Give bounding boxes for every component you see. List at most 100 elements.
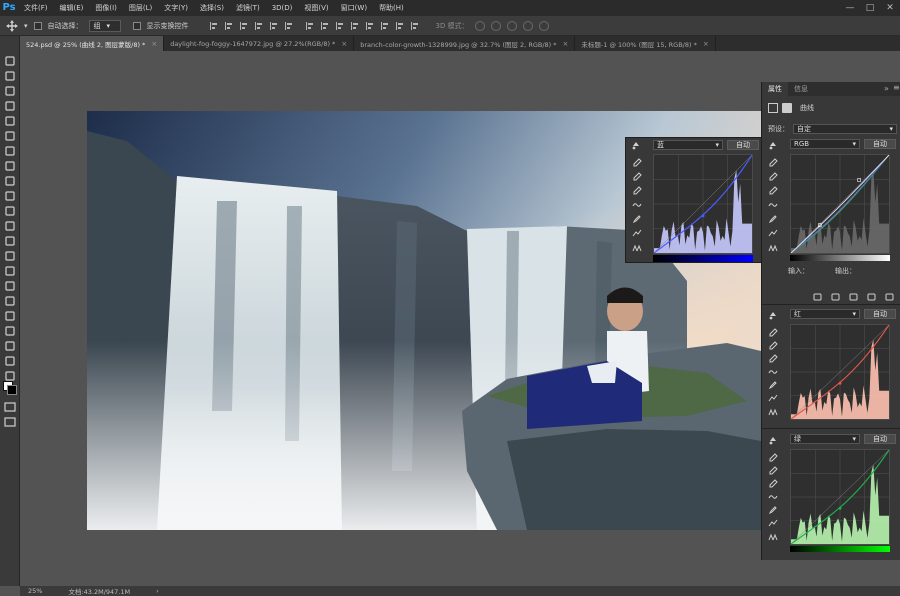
dodge-tool-icon[interactable] xyxy=(2,249,18,263)
reset-icon[interactable] xyxy=(848,292,859,302)
menu-item[interactable]: 文件(F) xyxy=(18,0,54,16)
hand-tool-icon[interactable] xyxy=(2,324,18,338)
quick-mask-icon[interactable] xyxy=(2,400,18,414)
status-menu-icon[interactable]: › xyxy=(156,587,159,595)
gray-point-eyedropper-icon[interactable] xyxy=(768,466,778,476)
clipping-warning-icon[interactable] xyxy=(768,406,778,416)
align-distribute-icon[interactable] xyxy=(365,21,375,31)
white-point-eyedropper-icon[interactable] xyxy=(632,186,642,196)
blur-tool-icon[interactable] xyxy=(2,234,18,248)
menu-item[interactable]: 选择(S) xyxy=(194,0,230,16)
align-distribute-icon[interactable] xyxy=(350,21,360,31)
scale-3d-icon[interactable] xyxy=(538,20,549,31)
document-tab[interactable]: branch-color-growth-1328999.jpg @ 32.7% … xyxy=(354,36,576,51)
minimize-button[interactable]: — xyxy=(840,0,860,16)
curve-point-icon[interactable] xyxy=(768,367,778,377)
panel-tab[interactable]: 信息 xyxy=(788,82,814,96)
move-tool-icon[interactable] xyxy=(6,19,18,32)
mask-icon[interactable] xyxy=(782,103,792,113)
marquee-tool-icon[interactable] xyxy=(2,69,18,83)
close-tab-icon[interactable]: × xyxy=(151,40,157,48)
move-tool-icon[interactable] xyxy=(2,54,18,68)
document-tab[interactable]: 524.psd @ 25% (曲线 2, 图层蒙版/8) * × xyxy=(20,36,165,51)
history-brush-icon[interactable] xyxy=(2,189,18,203)
pen-tool-icon[interactable] xyxy=(2,264,18,278)
clone-stamp-icon[interactable] xyxy=(2,174,18,188)
align-distribute-icon[interactable] xyxy=(305,21,315,31)
close-tab-icon[interactable]: × xyxy=(563,40,569,48)
white-point-eyedropper-icon[interactable] xyxy=(768,354,778,364)
smooth-icon[interactable] xyxy=(768,228,778,238)
target-adjust-icon[interactable] xyxy=(631,140,641,150)
panel-collapse-icon[interactable]: » xyxy=(884,84,889,93)
curves-graph-green[interactable] xyxy=(790,449,890,545)
pencil-icon[interactable] xyxy=(768,214,778,224)
zoom-level[interactable]: 25% xyxy=(28,587,42,595)
brush-tool-icon[interactable] xyxy=(2,159,18,173)
gray-point-eyedropper-icon[interactable] xyxy=(632,172,642,182)
clip-to-layer-icon[interactable] xyxy=(812,292,823,302)
pencil-icon[interactable] xyxy=(768,380,778,390)
zoom-tool-icon[interactable] xyxy=(2,339,18,353)
target-adjust-icon[interactable] xyxy=(768,310,778,320)
menu-item[interactable]: 编辑(E) xyxy=(54,0,90,16)
curve-point-icon[interactable] xyxy=(768,200,778,210)
align-distribute-icon[interactable] xyxy=(380,21,390,31)
smooth-icon[interactable] xyxy=(632,228,642,238)
screen-mode-icon[interactable] xyxy=(2,415,18,429)
slide-3d-icon[interactable] xyxy=(522,20,533,31)
red-channel-select[interactable]: 红 ▾ xyxy=(790,309,860,319)
healing-brush-icon[interactable] xyxy=(2,144,18,158)
quick-select-tool-icon[interactable] xyxy=(2,99,18,113)
chevron-down-icon[interactable]: ▾ xyxy=(24,22,28,30)
view-previous-icon[interactable] xyxy=(830,292,841,302)
close-tab-icon[interactable]: × xyxy=(703,40,709,48)
menu-item[interactable]: 图层(L) xyxy=(123,0,158,16)
curves-graph-red[interactable] xyxy=(790,324,890,420)
pencil-icon[interactable] xyxy=(768,505,778,515)
document-tab[interactable]: daylight-fog-foggy-1647972.jpg @ 27.2%(R… xyxy=(164,36,355,51)
type-tool-icon[interactable] xyxy=(2,279,18,293)
clipping-warning-icon[interactable] xyxy=(768,242,778,252)
target-adjust-icon[interactable] xyxy=(768,140,778,150)
show-transform-checkbox[interactable] xyxy=(132,21,141,30)
menu-item[interactable]: 文字(Y) xyxy=(158,0,194,16)
red-auto-button[interactable]: 自动 xyxy=(864,309,896,319)
green-auto-button[interactable]: 自动 xyxy=(864,434,896,444)
black-point-eyedropper-icon[interactable] xyxy=(768,453,778,463)
menu-item[interactable]: 窗口(W) xyxy=(335,0,373,16)
gray-point-eyedropper-icon[interactable] xyxy=(768,341,778,351)
drag-3d-icon[interactable] xyxy=(506,20,517,31)
rotate-3d-icon[interactable] xyxy=(474,20,485,31)
trash-icon[interactable] xyxy=(884,292,895,302)
rectangle-tool-icon[interactable] xyxy=(2,309,18,323)
visibility-eye-icon[interactable] xyxy=(866,292,877,302)
curves-graph-blue[interactable] xyxy=(653,154,753,254)
black-point-eyedropper-icon[interactable] xyxy=(768,328,778,338)
maximize-button[interactable]: □ xyxy=(860,0,880,16)
clipping-warning-icon[interactable] xyxy=(632,242,642,252)
panel-tab[interactable]: 属性 xyxy=(762,82,788,96)
rgb-channel-select[interactable]: RGB ▾ xyxy=(790,139,860,149)
eraser-tool-icon[interactable] xyxy=(2,204,18,218)
pencil-icon[interactable] xyxy=(632,214,642,224)
align-distribute-icon[interactable] xyxy=(209,21,219,31)
black-point-eyedropper-icon[interactable] xyxy=(768,158,778,168)
align-distribute-icon[interactable] xyxy=(239,21,249,31)
path-select-icon[interactable] xyxy=(2,294,18,308)
smooth-icon[interactable] xyxy=(768,393,778,403)
align-distribute-icon[interactable] xyxy=(224,21,234,31)
lasso-tool-icon[interactable] xyxy=(2,84,18,98)
menu-item[interactable]: 3D(D) xyxy=(266,0,299,16)
auto-button[interactable]: 自动 xyxy=(727,140,759,150)
white-point-eyedropper-icon[interactable] xyxy=(768,479,778,489)
white-point-eyedropper-icon[interactable] xyxy=(768,186,778,196)
document-tab[interactable]: 未标题-1 @ 100% (图层 15, RGB/8) * × xyxy=(575,36,716,51)
align-distribute-icon[interactable] xyxy=(320,21,330,31)
curve-point-icon[interactable] xyxy=(768,492,778,502)
curve-point-icon[interactable] xyxy=(632,200,642,210)
target-adjust-icon[interactable] xyxy=(768,435,778,445)
menu-item[interactable]: 图像(I) xyxy=(89,0,123,16)
roll-3d-icon[interactable] xyxy=(490,20,501,31)
align-distribute-icon[interactable] xyxy=(395,21,405,31)
